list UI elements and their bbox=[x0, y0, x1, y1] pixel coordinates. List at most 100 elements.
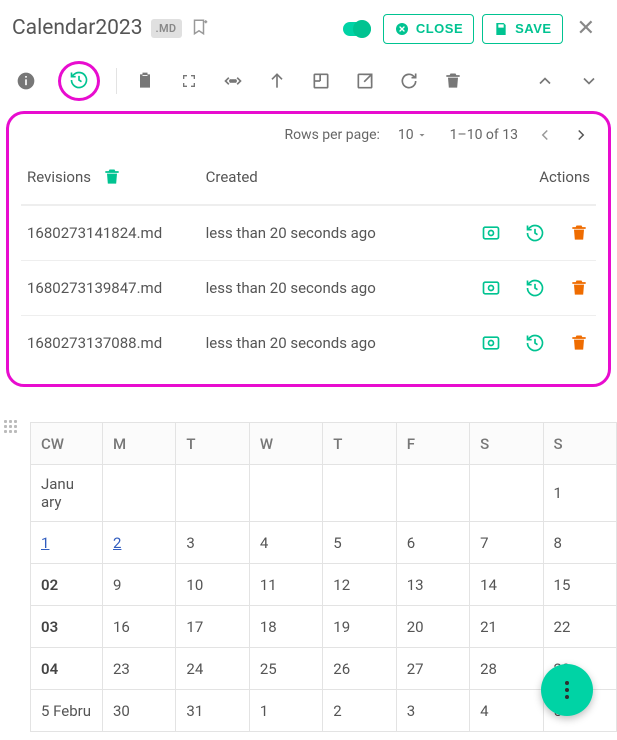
view-icon[interactable] bbox=[480, 222, 502, 244]
fab-more-button[interactable] bbox=[541, 664, 593, 716]
restore-icon[interactable] bbox=[524, 277, 546, 299]
calendar-cell: 27 bbox=[396, 648, 469, 690]
close-circle-icon bbox=[394, 21, 410, 37]
close-button[interactable]: CLOSE bbox=[383, 14, 474, 44]
calendar-cell: 15 bbox=[543, 564, 616, 606]
close-button-label: CLOSE bbox=[416, 21, 463, 36]
calendar-cell: 8 bbox=[543, 522, 616, 564]
calendar-cell bbox=[249, 465, 322, 522]
calendar-cell: 30 bbox=[103, 690, 176, 732]
calendar-cell[interactable]: 1 bbox=[31, 522, 103, 564]
caret-down-icon bbox=[416, 129, 428, 141]
refresh-icon[interactable] bbox=[397, 69, 421, 93]
calendar-cell: 10 bbox=[176, 564, 249, 606]
pager: Rows per page: 10 1–10 of 13 bbox=[21, 116, 596, 162]
save-button[interactable]: SAVE bbox=[482, 14, 562, 44]
calendar-cell: Janu ary bbox=[31, 465, 103, 522]
calendar-cell: 5 bbox=[323, 522, 396, 564]
calendar-cell: 20 bbox=[396, 606, 469, 648]
calendar-cell: 21 bbox=[470, 606, 543, 648]
calendar-cell: 23 bbox=[103, 648, 176, 690]
filetype-badge: .MD bbox=[151, 19, 183, 38]
close-icon[interactable]: ✕ bbox=[571, 12, 601, 45]
history-highlight bbox=[58, 61, 100, 101]
calendar-cell: 18 bbox=[249, 606, 322, 648]
calendar-cell: 12 bbox=[323, 564, 396, 606]
calendar-cell: 1 bbox=[543, 465, 616, 522]
history-icon[interactable] bbox=[67, 68, 91, 92]
calendar-cell: 6 bbox=[396, 522, 469, 564]
calendar-cell: 4 bbox=[249, 522, 322, 564]
calendar-cell: 9 bbox=[103, 564, 176, 606]
top-bar: Calendar2023 .MD CLOSE SAVE ✕ bbox=[0, 0, 617, 55]
chevron-down-icon[interactable] bbox=[577, 69, 601, 93]
calendar-cell: 19 bbox=[323, 606, 396, 648]
calendar-cell: 5 Febru bbox=[31, 690, 103, 732]
col-revisions-label: Revisions bbox=[27, 168, 91, 186]
revisions-panel: Rows per page: 10 1–10 of 13 Revisions C… bbox=[6, 111, 611, 387]
revision-created: less than 20 seconds ago bbox=[206, 279, 420, 297]
restore-icon[interactable] bbox=[524, 222, 546, 244]
calendar-col-header: T bbox=[323, 423, 396, 465]
revision-name: 1680273141824.md bbox=[27, 224, 206, 242]
code-icon[interactable] bbox=[221, 69, 245, 93]
window-icon[interactable] bbox=[309, 69, 333, 93]
calendar-cell: 22 bbox=[543, 606, 616, 648]
calendar-cell: 04 bbox=[31, 648, 103, 690]
calendar-cell: 17 bbox=[176, 606, 249, 648]
calendar-cell: 31 bbox=[176, 690, 249, 732]
page-title: Calendar2023 bbox=[12, 16, 143, 41]
revisions-header: Revisions Created Actions bbox=[21, 162, 596, 205]
delete-revision-icon[interactable] bbox=[568, 332, 590, 354]
trash-icon[interactable] bbox=[441, 69, 465, 93]
calendar-cell: 16 bbox=[103, 606, 176, 648]
open-external-icon[interactable] bbox=[353, 69, 377, 93]
delete-revision-icon[interactable] bbox=[568, 222, 590, 244]
delete-all-icon[interactable] bbox=[101, 166, 123, 188]
info-icon[interactable] bbox=[14, 69, 38, 93]
rows-per-page-select[interactable]: 10 bbox=[398, 127, 432, 143]
calendar-cell: 28 bbox=[470, 648, 543, 690]
drag-handle[interactable] bbox=[4, 420, 18, 434]
chevron-up-icon[interactable] bbox=[533, 69, 557, 93]
restore-icon[interactable] bbox=[524, 332, 546, 354]
calendar-col-header: S bbox=[543, 423, 616, 465]
calendar-col-header: CW bbox=[31, 423, 103, 465]
calendar-cell: 3 bbox=[396, 690, 469, 732]
revision-row: 1680273139847.mdless than 20 seconds ago bbox=[21, 260, 596, 315]
col-created-label: Created bbox=[206, 168, 420, 186]
calendar-cell bbox=[323, 465, 396, 522]
calendar-cell: 4 bbox=[470, 690, 543, 732]
calendar-col-header: S bbox=[470, 423, 543, 465]
save-icon bbox=[493, 21, 509, 37]
delete-revision-icon[interactable] bbox=[568, 277, 590, 299]
fullscreen-icon[interactable] bbox=[177, 69, 201, 93]
calendar-cell[interactable]: 2 bbox=[103, 522, 176, 564]
calendar-cell: 3 bbox=[176, 522, 249, 564]
clipboard-icon[interactable] bbox=[133, 69, 157, 93]
revision-row: 1680273141824.mdless than 20 seconds ago bbox=[21, 205, 596, 260]
calendar-cell: 11 bbox=[249, 564, 322, 606]
calendar-cell bbox=[176, 465, 249, 522]
calendar-cell: 24 bbox=[176, 648, 249, 690]
toolbar bbox=[0, 55, 617, 107]
calendar-cell: 02 bbox=[31, 564, 103, 606]
toggle-switch[interactable] bbox=[343, 22, 371, 36]
page-next-button[interactable] bbox=[572, 126, 590, 144]
revision-created: less than 20 seconds ago bbox=[206, 224, 420, 242]
revision-name: 1680273137088.md bbox=[27, 334, 206, 352]
page-prev-button[interactable] bbox=[536, 126, 554, 144]
calendar-cell: 1 bbox=[249, 690, 322, 732]
calendar-col-header: M bbox=[103, 423, 176, 465]
col-actions-label: Actions bbox=[420, 168, 590, 186]
revision-name: 1680273139847.md bbox=[27, 279, 206, 297]
bookmark-icon[interactable] bbox=[190, 18, 208, 40]
view-icon[interactable] bbox=[480, 277, 502, 299]
view-icon[interactable] bbox=[480, 332, 502, 354]
calendar-col-header: T bbox=[176, 423, 249, 465]
calendar-table-wrap: CWMTWTFSS Janu ary1123456780291011121314… bbox=[30, 422, 617, 740]
arrow-up-icon[interactable] bbox=[265, 69, 289, 93]
rows-per-page-label: Rows per page: bbox=[284, 127, 379, 143]
calendar-table: CWMTWTFSS Janu ary1123456780291011121314… bbox=[30, 422, 617, 732]
calendar-cell: 7 bbox=[470, 522, 543, 564]
